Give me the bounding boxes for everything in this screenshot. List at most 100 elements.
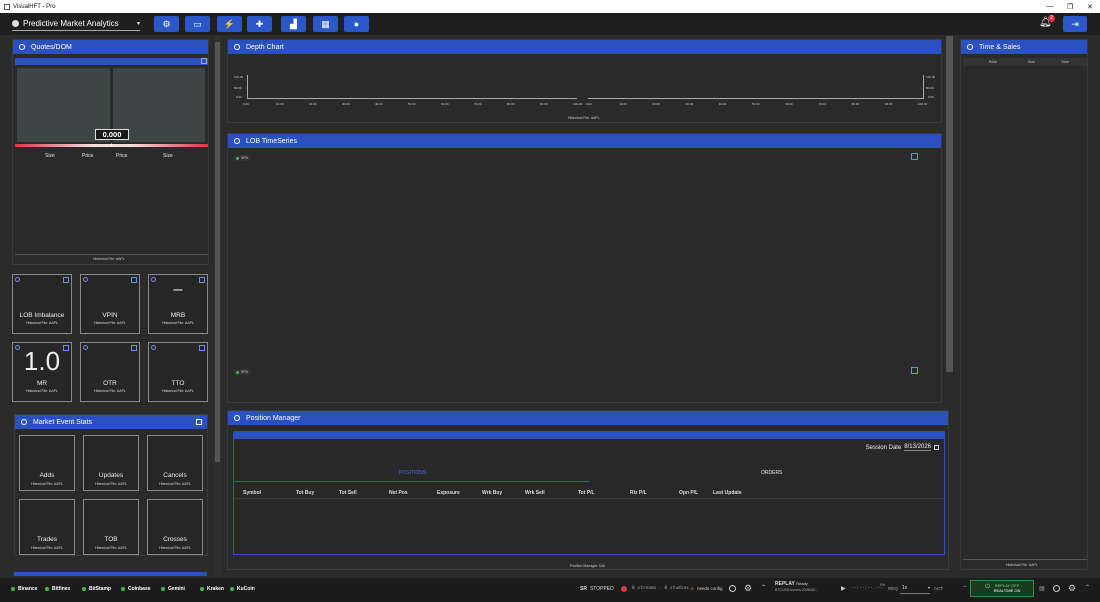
realtime-toggle[interactable]: ⏻ REPLAY OFF REALTIME ON bbox=[970, 580, 1034, 597]
monitor-button[interactable]: ▭ bbox=[185, 16, 210, 32]
replay-state: Ready bbox=[796, 581, 808, 586]
col-time: Time bbox=[1061, 60, 1069, 64]
stat-adds[interactable]: Adds Historical File: AAPL bbox=[19, 435, 75, 491]
expand-icon[interactable] bbox=[196, 419, 202, 425]
exchange-label: BitStamp bbox=[89, 586, 111, 592]
time-sales-title: Time & Sales bbox=[979, 43, 1021, 51]
left-scrollbar-thumb[interactable] bbox=[215, 42, 220, 462]
stat-updates[interactable]: Updates Historical File: AAPL bbox=[83, 435, 139, 491]
col-size-right: Size bbox=[163, 153, 173, 159]
positions-frame: Session Date 8/13/2026 POSITIONS ORDERS … bbox=[233, 431, 945, 555]
tile-tto[interactable]: TTO Historical File: AAPL bbox=[148, 342, 208, 402]
y-tick-left: 0.00 bbox=[236, 95, 242, 99]
x-tick: 30.00 bbox=[342, 102, 350, 106]
chevron-down-icon: ▾ bbox=[136, 21, 140, 27]
x-tick: 80.00 bbox=[507, 102, 515, 106]
exchange-binance[interactable]: Binance bbox=[11, 586, 37, 592]
exchange-gemini[interactable]: Gemini bbox=[161, 586, 185, 592]
calendar-icon[interactable] bbox=[934, 445, 939, 450]
market-stats-title: Market Event Stats bbox=[33, 418, 93, 426]
expand-icon[interactable] bbox=[199, 345, 205, 351]
info-icon[interactable] bbox=[1053, 585, 1060, 592]
expand-icon[interactable] bbox=[63, 277, 69, 283]
db-icon[interactable]: ▤ bbox=[1039, 585, 1045, 592]
positions-header-row: Symbol Tot Buy Tot Sell Net Pos Exposure… bbox=[234, 487, 944, 499]
stat-sub: Historical File: AAPL bbox=[31, 482, 63, 486]
user-button[interactable]: ● bbox=[344, 16, 369, 32]
circle-icon bbox=[234, 44, 240, 50]
logout-icon: ⇥ bbox=[1071, 18, 1079, 29]
analytics-button[interactable]: ▟ bbox=[281, 16, 306, 32]
tile-label: TTO bbox=[171, 380, 185, 387]
lightning-button[interactable]: ⚡ bbox=[217, 16, 242, 32]
circle-icon bbox=[234, 415, 240, 421]
x-tick: 70.00 bbox=[818, 102, 826, 106]
stat-crosses[interactable]: Crosses Historical File: AAPL bbox=[147, 499, 203, 555]
logout-button[interactable]: ⇥ bbox=[1063, 16, 1087, 32]
stat-cancels[interactable]: Cancels Historical File: AAPL bbox=[147, 435, 203, 491]
chevron-up-icon[interactable]: ⌃ bbox=[761, 584, 766, 591]
time-sales-panel: Time & Sales Price Size Time Historical … bbox=[960, 39, 1088, 570]
settings-button[interactable]: ⚙ bbox=[154, 16, 179, 32]
circle-icon bbox=[15, 277, 20, 282]
provider-selector[interactable]: Predictive Market Analytics ▾ bbox=[12, 17, 140, 31]
tile-mr[interactable]: 1.0 MR Historical File: AAPL bbox=[12, 342, 72, 402]
positions-toolbar bbox=[234, 432, 944, 439]
maximize-button[interactable]: ❐ bbox=[1060, 3, 1080, 11]
expand-icon[interactable] bbox=[131, 345, 137, 351]
depth-footer: Historical File: AAPL bbox=[568, 116, 600, 120]
provider-label: Predictive Market Analytics bbox=[23, 19, 119, 28]
chevron-up-icon[interactable]: ⌃ bbox=[1085, 584, 1090, 591]
info-icon[interactable] bbox=[729, 585, 736, 592]
tile-otr[interactable]: OTR Historical File: AAPL bbox=[80, 342, 140, 402]
session-date[interactable]: Session Date 8/13/2026 bbox=[866, 444, 939, 451]
spread-marker-icon: ▲ bbox=[109, 142, 114, 148]
play-icon[interactable]: ▶ bbox=[841, 585, 846, 592]
gear-icon[interactable]: ⚙ bbox=[744, 583, 752, 594]
stat-trades[interactable]: Trades Historical File: AAPL bbox=[19, 499, 75, 555]
stat-label: Cancels bbox=[163, 472, 187, 479]
minus-icon[interactable]: – bbox=[963, 584, 966, 590]
expand-icon[interactable] bbox=[911, 153, 918, 160]
center-scrollbar[interactable] bbox=[946, 36, 953, 372]
notifications-button[interactable]: 🔔︎ 2 bbox=[1039, 15, 1055, 31]
status-dot bbox=[121, 587, 125, 591]
market-stats-panel: Market Event Stats Adds Historical File: … bbox=[14, 414, 208, 556]
exchange-bitfinex[interactable]: Bitfinex bbox=[45, 586, 70, 592]
tile-mrb[interactable]: – MRB Historical File: AAPL bbox=[148, 274, 208, 334]
time-sales-footer: Historical File: AAPL bbox=[1006, 563, 1038, 567]
x-tick: 0.00 bbox=[243, 102, 249, 106]
depth-chart-title: Depth Chart bbox=[246, 43, 284, 51]
tile-lob-imbalance[interactable]: LOB Imbalance Historical File: AAPL bbox=[12, 274, 72, 334]
tab-positions[interactable]: POSITIONS bbox=[399, 470, 426, 476]
gear-icon[interactable]: ⚙ bbox=[1068, 583, 1076, 594]
x-tick: 10.00 bbox=[619, 102, 627, 106]
circle-icon bbox=[83, 345, 88, 350]
exchange-coinbase[interactable]: Coinbase bbox=[121, 586, 151, 592]
speed-value: 1x bbox=[902, 584, 908, 591]
plugins-button[interactable]: ✚ bbox=[247, 16, 272, 32]
keyboard-button[interactable]: ▦ bbox=[313, 16, 338, 32]
expand-icon[interactable] bbox=[911, 367, 918, 374]
left-scrollbar[interactable] bbox=[214, 36, 221, 576]
expand-icon[interactable] bbox=[131, 277, 137, 283]
exchange-kraken[interactable]: Kraken bbox=[200, 586, 224, 592]
stat-label: Adds bbox=[39, 472, 55, 479]
exchange-bitstamp[interactable]: BitStamp bbox=[82, 586, 111, 592]
stat-tob[interactable]: TOB Historical File: AAPL bbox=[83, 499, 139, 555]
expand-icon[interactable] bbox=[201, 58, 207, 64]
quotes-header: Quotes/DOM bbox=[13, 40, 208, 54]
y-tick-right: 0.00 bbox=[928, 95, 934, 99]
session-label: Session Date bbox=[865, 444, 902, 451]
stat-label: TOB bbox=[104, 536, 118, 543]
time-sales-columns: Price Size Time bbox=[963, 58, 1087, 66]
close-button[interactable]: ✕ bbox=[1080, 3, 1100, 11]
tab-orders[interactable]: ORDERS bbox=[761, 470, 782, 476]
speed-select[interactable]: 1x ▾ bbox=[900, 582, 930, 594]
needs-config[interactable]: needs config bbox=[697, 586, 723, 591]
minimize-button[interactable]: — bbox=[1040, 3, 1060, 11]
exchange-kucoin[interactable]: KuCoin bbox=[230, 586, 255, 592]
tile-vpin[interactable]: VPIN Historical File: AAPL bbox=[80, 274, 140, 334]
sr-status[interactable]: SR STOPPED bbox=[580, 586, 627, 592]
y-axis-left bbox=[247, 75, 248, 99]
